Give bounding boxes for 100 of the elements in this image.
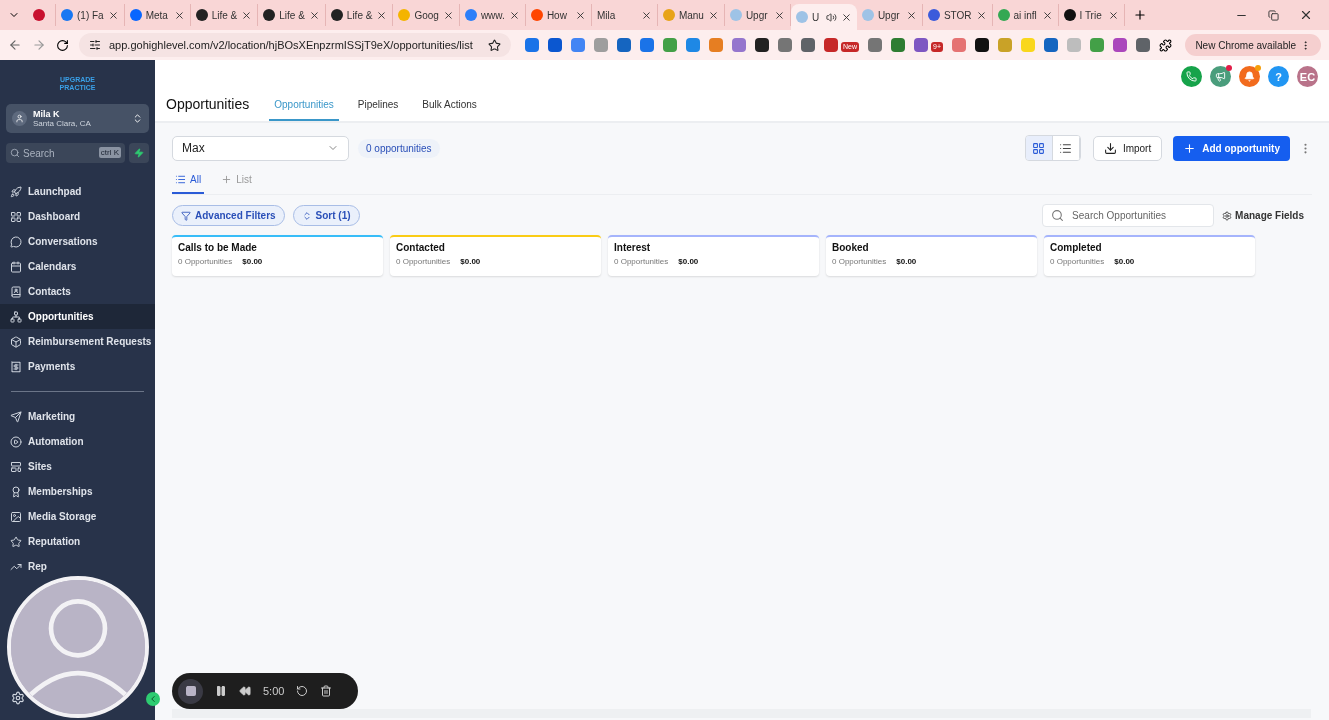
manage-fields-button[interactable]: Manage Fields [1222,210,1312,221]
advanced-filters-button[interactable]: Advanced Filters [172,205,285,226]
close-icon[interactable] [1107,9,1119,21]
phone-button[interactable] [1181,66,1202,87]
nav-item[interactable]: Contacts [0,284,81,299]
browser-tab[interactable]: Manu [657,4,725,26]
site-settings-icon[interactable] [89,39,101,51]
nav-item[interactable]: Dashboard [0,209,91,224]
close-icon[interactable] [905,9,917,21]
nav-item[interactable]: Launchpad [0,184,92,199]
pipeline-select[interactable]: Max [172,135,349,161]
nav-icon [10,210,22,223]
browser-tab[interactable]: STOR [922,4,993,26]
header-tab[interactable]: Bulk Actions [417,99,482,121]
nav-item[interactable]: Rep [0,559,57,574]
nav-icon [10,360,22,373]
quick-action-button[interactable] [129,143,149,163]
shortcut-key: ctrl K [98,147,121,158]
search-field[interactable]: Search Opportunities [1042,204,1215,227]
restore-icon[interactable] [1268,9,1279,21]
address-bar[interactable]: app.gohighlevel.com/v2/location/hjBOsXEnpzrmISSjT9eX/opportunities/list [79,33,511,57]
list-view-button[interactable] [1052,136,1080,160]
close-icon[interactable] [574,9,586,21]
close-icon[interactable] [241,9,253,21]
close-icon[interactable] [308,9,320,21]
close-icon[interactable] [840,11,852,23]
notification-button[interactable] [1239,66,1260,87]
close-icon[interactable] [508,9,520,21]
recording-time: 5:00 [263,685,285,697]
stage-name: Completed [1050,242,1103,253]
browser-tab[interactable]: Upgr [724,4,791,26]
grid-view-button[interactable] [1025,136,1053,160]
stage-value: $0.00 [678,257,699,266]
browser-tab[interactable]: U [790,4,857,30]
header-tab[interactable]: Pipelines [352,99,404,121]
close-icon[interactable] [1299,8,1313,22]
browser-tab[interactable]: www. [459,4,526,26]
reload-icon[interactable] [56,38,69,52]
nav-item[interactable]: Sites [0,459,62,474]
stage-value: $0.00 [1114,257,1135,266]
nav-item[interactable]: Media Storage [0,509,107,524]
stage-count: 0 Opportunities [832,257,887,266]
browser-tab[interactable]: Goog [393,4,460,26]
chevron-left-icon [148,694,158,704]
settings-icon[interactable] [11,691,25,705]
browser-tab[interactable]: Life & [190,4,259,26]
phone-icon [1186,71,1197,82]
nav-item[interactable]: Automation [0,434,94,449]
announcement-button[interactable] [1210,66,1231,87]
filter-icon [181,210,191,221]
user-avatar[interactable]: EC [1297,66,1318,87]
stage-count: 0 Opportunities [396,257,451,266]
sort-button[interactable]: Sort (1) [292,205,360,226]
close-icon[interactable] [442,9,454,21]
stop-icon [184,685,197,697]
browser-tab[interactable]: (1) Fa [56,4,125,26]
stage-value: $0.00 [896,257,917,266]
trash-icon[interactable] [320,685,333,697]
nav-item[interactable]: Opportunities [0,304,155,329]
browser-tab[interactable]: Meta [124,4,191,26]
close-icon[interactable] [173,9,185,21]
browser-tab[interactable]: Life & [325,4,394,26]
nav-item[interactable]: Reputation [0,534,91,549]
scrollbar[interactable] [172,709,1311,718]
speaker-icon [825,11,837,23]
nav-item[interactable]: Memberships [0,484,103,499]
nav-item[interactable]: Calendars [0,259,87,274]
update-button[interactable]: New Chrome available [1185,34,1321,56]
close-icon[interactable] [376,9,388,21]
add-opportunity-button[interactable]: Add opportunity [1173,135,1290,161]
stop-button[interactable] [178,678,203,704]
browser-tab[interactable]: Upgr [856,4,923,26]
puzzle-icon[interactable] [1159,38,1172,52]
close-icon[interactable] [773,9,785,21]
close-icon[interactable] [640,9,652,21]
account-switcher[interactable]: Mila K Santa Clara, CA [6,104,149,133]
browser-tab[interactable]: ai infl [992,4,1059,26]
browser-tab[interactable]: I Trie [1058,4,1125,26]
close-icon[interactable] [707,9,719,21]
rewind-icon[interactable] [239,685,251,697]
pause-icon[interactable] [215,685,227,697]
close-icon[interactable] [107,9,119,21]
extension-icon[interactable] [755,38,769,52]
nav-item[interactable]: Marketing [0,409,86,424]
restart-icon[interactable] [296,685,309,697]
collapse-button[interactable] [146,692,160,706]
import-button[interactable]: Import [1092,135,1163,161]
extension-icon[interactable] [975,38,989,52]
view-tab[interactable]: All [172,174,205,194]
close-icon[interactable] [975,9,987,21]
browser-tab[interactable]: How [525,4,592,26]
bookmark-star-icon[interactable] [488,38,501,52]
back-icon[interactable] [8,38,22,52]
close-icon[interactable] [1041,9,1053,21]
nav-item[interactable]: Reimbursement Requests [0,334,162,349]
browser-tab[interactable]: Life & [258,4,326,26]
nav-item[interactable]: Conversations [0,234,108,249]
browser-tab[interactable]: Mila [591,4,658,26]
new-tab-icon[interactable] [1132,8,1147,22]
nav-item[interactable]: Payments [0,359,86,374]
